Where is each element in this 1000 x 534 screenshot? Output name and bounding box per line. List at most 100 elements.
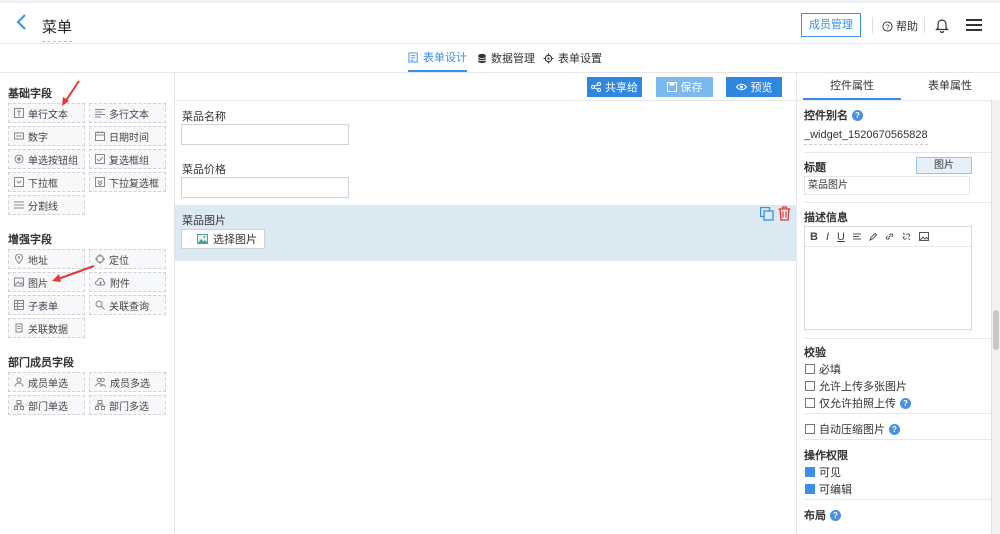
field-label: 附件	[110, 278, 130, 290]
checkbox[interactable]	[805, 364, 815, 374]
field-label: 分割线	[28, 201, 58, 213]
dish-name-input[interactable]	[181, 124, 349, 145]
dropdown-icon	[14, 177, 24, 187]
save-button[interactable]: 保存	[656, 77, 713, 97]
description-editor[interactable]: B I U	[804, 226, 972, 330]
visible-checkbox[interactable]: 可见	[805, 464, 841, 480]
editor-toolbar: B I U	[805, 227, 971, 247]
page-title: 菜单	[42, 16, 73, 42]
field-label: 下拉框	[28, 178, 58, 190]
users-icon	[95, 377, 106, 387]
field-divider[interactable]: 分割线	[8, 195, 85, 215]
field-location[interactable]: 定位	[89, 249, 166, 269]
divider	[804, 202, 994, 203]
field-attachment[interactable]: 附件	[89, 272, 166, 292]
italic-button[interactable]: I	[826, 231, 829, 243]
link-icon[interactable]	[885, 232, 894, 241]
copy-icon[interactable]	[760, 207, 774, 221]
property-panel: 控件属性 表单属性 控件别名 ? _widget_1520670565828 标…	[796, 73, 1000, 534]
field-label: 地址	[28, 255, 48, 267]
field-datetime[interactable]: 日期时间	[89, 126, 166, 146]
help-icon[interactable]: ?	[830, 509, 841, 521]
form-design-icon	[408, 51, 418, 63]
required-checkbox[interactable]: 必填	[805, 361, 841, 377]
tab-data-management[interactable]: 数据管理	[477, 44, 535, 72]
help-icon[interactable]: ?	[852, 109, 863, 121]
label-input[interactable]: 菜品图片	[804, 176, 970, 195]
share-button[interactable]: 共享给	[587, 77, 642, 97]
field-member-single[interactable]: 成员单选	[8, 372, 85, 392]
field-number[interactable]: 数字	[8, 126, 85, 146]
scrollbar[interactable]	[991, 100, 1000, 534]
editable-checkbox[interactable]: 可编辑	[805, 481, 852, 497]
insert-image-icon[interactable]	[918, 232, 929, 241]
field-radio-group[interactable]: 单选按钮组	[8, 149, 85, 169]
alias-value[interactable]: _widget_1520670565828	[804, 129, 928, 145]
menu-icon[interactable]	[966, 18, 982, 32]
tab-label: 数据管理	[491, 53, 535, 65]
field-multi-line-text[interactable]: 多行文本	[89, 103, 166, 123]
preview-label: 预览	[750, 82, 773, 94]
checkbox[interactable]	[805, 424, 815, 434]
bell-icon[interactable]	[935, 17, 949, 33]
help-button[interactable]: ? 帮助	[882, 18, 918, 34]
back-icon[interactable]	[12, 12, 32, 32]
trash-icon[interactable]	[778, 206, 791, 221]
tab-form-design[interactable]: 表单设计	[408, 44, 467, 72]
divider-icon	[14, 201, 24, 209]
design-tabs: 表单设计 数据管理 表单设置	[0, 44, 1000, 73]
field-multi-dropdown[interactable]: 下拉复选框	[89, 172, 166, 192]
choose-image-button[interactable]: 选择图片	[181, 229, 265, 249]
auto-compress-checkbox[interactable]: 自动压缩图片 ?	[805, 421, 900, 437]
paragraph-icon	[95, 109, 105, 118]
scrollbar-thumb[interactable]	[993, 310, 999, 350]
pen-icon[interactable]	[869, 232, 877, 241]
dish-price-input[interactable]	[181, 177, 349, 198]
field-checkbox-group[interactable]: 复选框组	[89, 149, 166, 169]
share-label: 共享给	[605, 82, 638, 94]
alias-title-text: 控件别名	[804, 110, 848, 122]
field-label: 部门多选	[109, 401, 149, 413]
preview-button[interactable]: 预览	[726, 77, 782, 97]
divider	[804, 439, 994, 440]
member-management-button[interactable]: 成员管理	[801, 13, 861, 37]
tab-form-properties[interactable]: 表单属性	[901, 73, 999, 100]
layout-title: 布局 ?	[804, 507, 841, 523]
checkbox[interactable]	[805, 398, 815, 408]
underline-button[interactable]: U	[837, 231, 845, 243]
list-icon[interactable]	[852, 233, 861, 241]
selected-field-dish-image[interactable]: 菜品图片 选择图片	[175, 205, 796, 261]
field-label: 下拉复选框	[109, 178, 159, 190]
field-palette: 基础字段 单行文本 多行文本 数字 日期时间 单选按钮组 复选框组 下拉框 下拉…	[0, 73, 175, 534]
checkbox-label: 自动压缩图片	[819, 424, 885, 436]
allow-multiple-images-checkbox[interactable]: 允许上传多张图片	[805, 378, 907, 394]
svg-text:?: ?	[885, 22, 889, 31]
save-icon	[666, 82, 677, 92]
checkbox-label: 必填	[819, 364, 841, 376]
help-icon[interactable]: ?	[900, 397, 911, 409]
bold-button[interactable]: B	[810, 231, 818, 243]
tab-form-settings[interactable]: 表单设置	[543, 44, 602, 72]
checkbox[interactable]	[805, 381, 815, 391]
radio-icon	[14, 154, 24, 164]
field-member-multi[interactable]: 成员多选	[89, 372, 166, 392]
field-department-multi[interactable]: 部门多选	[89, 395, 166, 415]
unlink-icon[interactable]	[902, 232, 911, 241]
checkbox[interactable]	[805, 467, 815, 477]
multi-dropdown-icon	[95, 177, 105, 187]
link-search-icon	[95, 300, 105, 310]
camera-only-checkbox[interactable]: 仅允许拍照上传 ?	[805, 395, 911, 411]
checkbox[interactable]	[805, 484, 815, 494]
help-icon[interactable]: ?	[889, 423, 900, 435]
field-linked-query[interactable]: 关联查询	[89, 295, 166, 315]
field-subform[interactable]: 子表单	[8, 295, 85, 315]
save-label: 保存	[680, 82, 703, 94]
gear-icon	[543, 52, 554, 64]
field-department-single[interactable]: 部门单选	[8, 395, 85, 415]
field-label: 关联查询	[109, 301, 149, 313]
tab-widget-properties[interactable]: 控件属性	[803, 73, 901, 100]
field-linked-data[interactable]: 关联数据	[8, 318, 85, 338]
divider	[797, 100, 1000, 101]
field-dropdown[interactable]: 下拉框	[8, 172, 85, 192]
label-type-image-button[interactable]: 图片	[916, 157, 972, 174]
